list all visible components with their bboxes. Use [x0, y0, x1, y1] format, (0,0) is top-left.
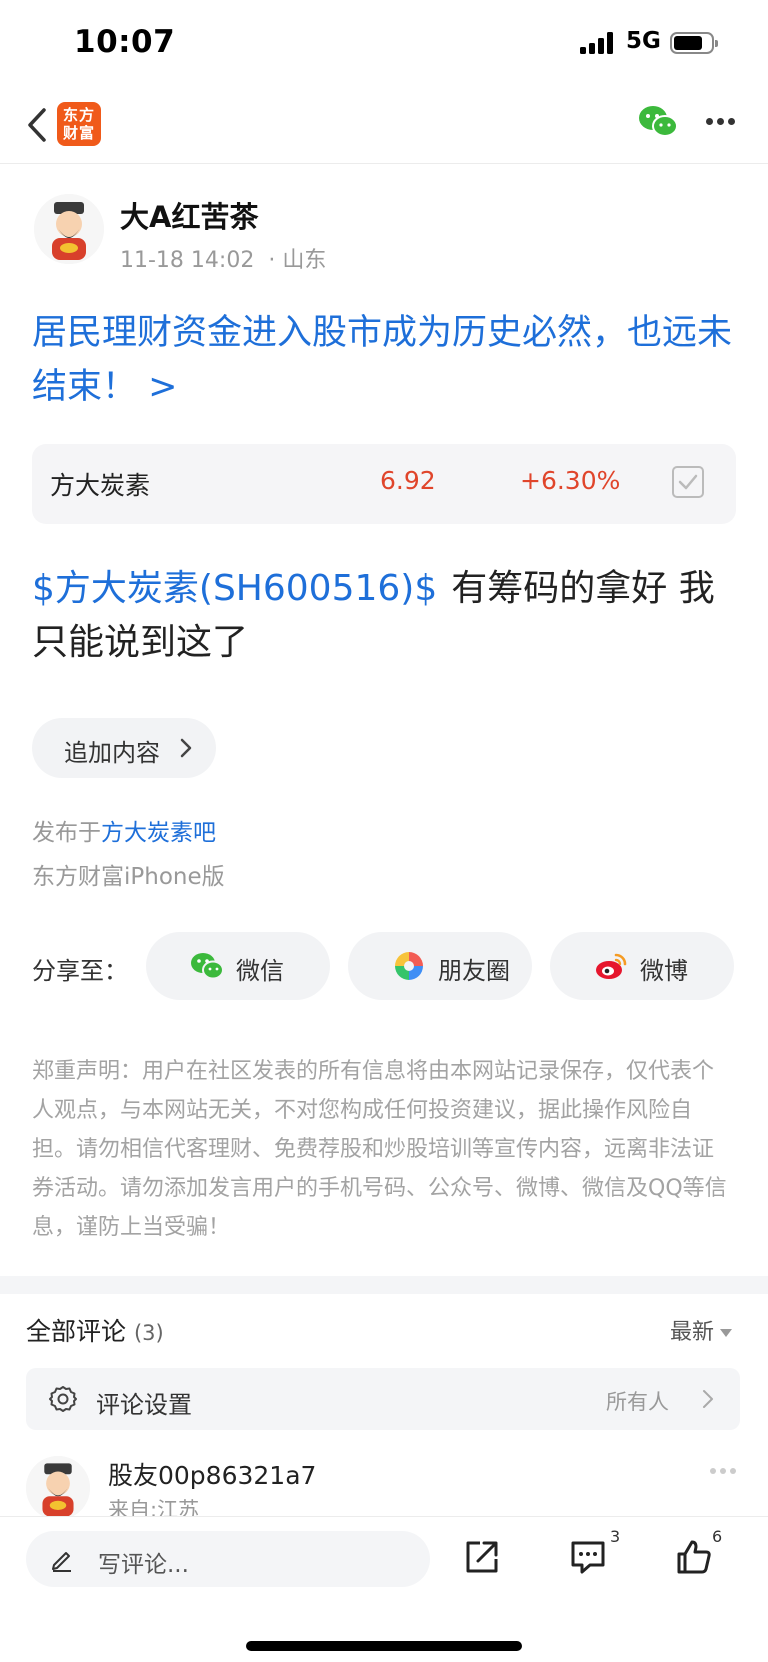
- comment-count-badge: 3: [610, 1527, 621, 1546]
- weibo-icon: [596, 953, 627, 979]
- add-watchlist-checkbox[interactable]: [672, 466, 704, 498]
- status-bar: 10:07 5G: [0, 0, 768, 88]
- bottom-action-bar: 写评论... 3 6: [0, 1516, 768, 1662]
- stock-change: +6.30%: [520, 466, 621, 495]
- commenter-name[interactable]: 股友00p86321a7: [108, 1456, 316, 1492]
- fortune-god-avatar-icon: [34, 194, 104, 264]
- battery-icon: [670, 32, 718, 54]
- published-in: 发布于方大炭素吧: [32, 813, 216, 847]
- stock-tag-link[interactable]: $方大炭素(SH600516)$: [32, 568, 437, 609]
- sort-dropdown[interactable]: 最新: [670, 1314, 733, 1346]
- check-icon: [678, 474, 698, 490]
- author-location: 山东: [282, 248, 327, 273]
- comments-count: (3): [133, 1321, 164, 1345]
- stock-name: 方大炭素: [50, 471, 151, 500]
- share-wechat-button[interactable]: 微信: [146, 932, 330, 1000]
- comment-placeholder: 写评论...: [98, 1552, 189, 1578]
- chevron-left-icon: [28, 108, 46, 142]
- post-meta: 11-18 14:02 · 山东: [120, 242, 326, 274]
- fortune-god-avatar-icon: [26, 1456, 90, 1520]
- meta-separator: ·: [268, 248, 276, 273]
- cellular-signal-icon: [580, 32, 618, 54]
- back-button[interactable]: [22, 104, 54, 146]
- stock-quote-card[interactable]: 方大炭素 6.92 +6.30%: [32, 444, 736, 524]
- app-logo[interactable]: 东方 财富: [57, 102, 101, 146]
- share-wechat-label: 微信: [236, 957, 284, 985]
- wechat-share-button[interactable]: [638, 104, 678, 140]
- published-prefix: 发布于: [32, 820, 101, 846]
- nav-bar: 东方 财富: [0, 88, 768, 164]
- more-options-button[interactable]: [706, 118, 736, 128]
- post-title-link[interactable]: 居民理财资金进入股市成为历史必然，也远未结束！ >: [32, 306, 738, 414]
- comment-settings-label: 评论设置: [96, 1391, 192, 1419]
- share-icon[interactable]: [462, 1537, 502, 1577]
- post-timestamp: 11-18 14:02: [120, 248, 255, 273]
- comments-header: 全部评论 (3): [26, 1312, 164, 1348]
- share-moments-button[interactable]: 朋友圈: [348, 932, 532, 1000]
- wechat-icon: [191, 953, 224, 980]
- comments-title: 全部评论: [26, 1317, 127, 1346]
- append-content-button[interactable]: 追加内容: [32, 718, 216, 778]
- caret-down-icon: [720, 1329, 733, 1337]
- post-body: $方大炭素(SH600516)$ 有筹码的拿好 我只能说到这了: [32, 562, 742, 670]
- status-time: 10:07: [74, 24, 176, 60]
- comment-more-button[interactable]: [710, 1468, 740, 1478]
- pencil-icon: [52, 1552, 71, 1572]
- disclaimer: 郑重声明：用户在社区发表的所有信息将由本网站记录保存，仅代表个人观点，与本网站无…: [32, 1059, 727, 1240]
- chevron-right-icon: [180, 738, 192, 758]
- author-name[interactable]: 大A红苦茶: [120, 194, 258, 236]
- append-content-label: 追加内容: [64, 739, 160, 767]
- commenter-avatar[interactable]: [26, 1456, 90, 1520]
- client-source: 东方财富iPhone版: [32, 864, 225, 890]
- stock-price: 6.92: [380, 466, 436, 495]
- like-count-badge: 6: [712, 1527, 723, 1546]
- share-moments-label: 朋友圈: [438, 957, 510, 985]
- comment-settings-value: 所有人: [606, 1390, 669, 1414]
- section-divider: [0, 1276, 768, 1294]
- share-weibo-button[interactable]: 微博: [550, 932, 734, 1000]
- share-label: 分享至：: [32, 957, 128, 985]
- home-indicator[interactable]: [246, 1641, 522, 1651]
- chevron-right-icon: [703, 1390, 713, 1408]
- comment-settings-row[interactable]: 评论设置 所有人: [26, 1368, 740, 1430]
- write-comment-input[interactable]: 写评论...: [26, 1531, 430, 1587]
- wechat-icon: [639, 106, 678, 137]
- comment-icon[interactable]: [568, 1537, 608, 1577]
- forum-link[interactable]: 方大炭素吧: [101, 820, 216, 846]
- author-avatar[interactable]: [34, 194, 104, 264]
- sort-label: 最新: [670, 1320, 715, 1345]
- network-type: 5G: [626, 28, 661, 54]
- share-weibo-label: 微博: [640, 957, 688, 985]
- thumbs-up-icon[interactable]: [674, 1537, 714, 1577]
- gear-icon: [49, 1386, 77, 1412]
- moments-icon: [395, 952, 423, 980]
